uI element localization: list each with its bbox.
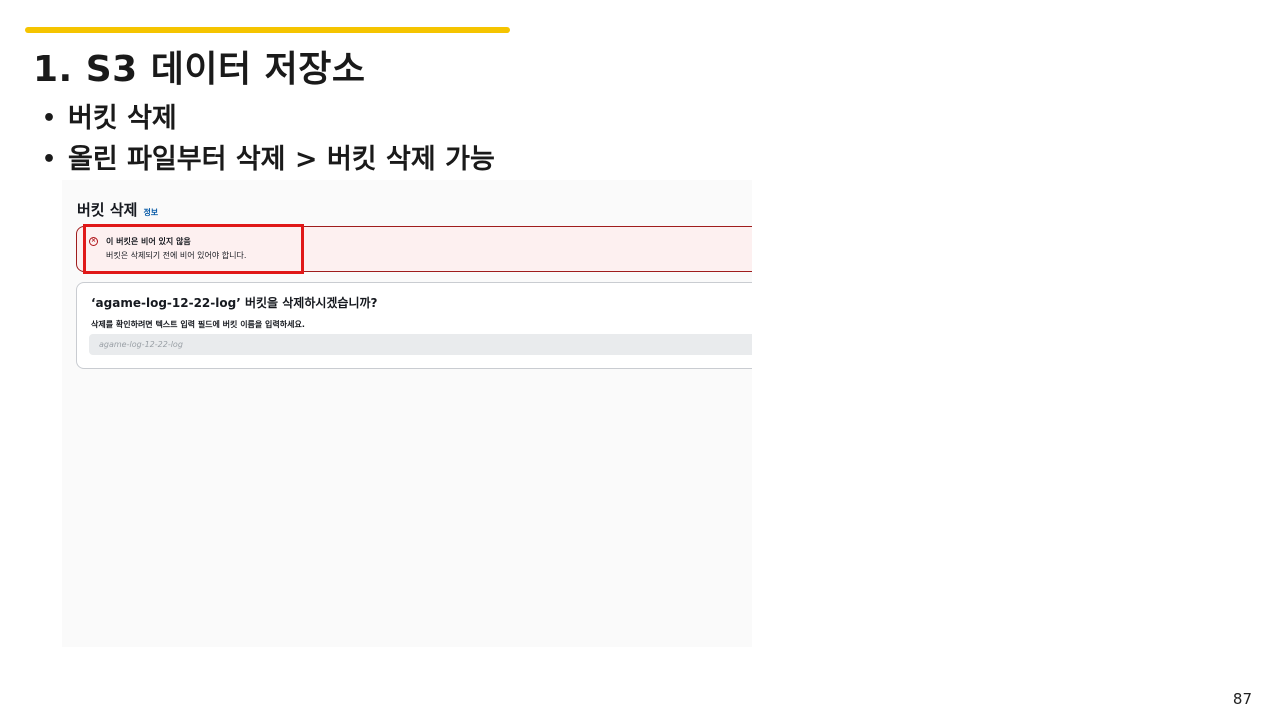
page-header: 버킷 삭제 정보 xyxy=(77,199,158,220)
bullet-list: • 버킷 삭제 • 올린 파일부터 삭제 > 버킷 삭제 가능 xyxy=(42,98,495,180)
bullet-dot-icon: • xyxy=(42,147,57,172)
bullet-text: 버킷 삭제 xyxy=(68,103,177,134)
bullet-item: • 버킷 삭제 xyxy=(42,98,495,139)
info-link[interactable]: 정보 xyxy=(143,207,158,218)
annotation-highlight-box xyxy=(83,224,304,274)
slide-title: 1. S3 데이터 저장소 xyxy=(33,49,366,90)
confirmation-help-text: 삭제를 확인하려면 텍스트 입력 필드에 버킷 이름을 입력하세요. xyxy=(91,320,305,329)
bullet-item: • 올린 파일부터 삭제 > 버킷 삭제 가능 xyxy=(42,139,495,180)
bullet-dot-icon: • xyxy=(42,106,57,131)
confirmation-question: ‘agame-log-12-22-log’ 버킷을 삭제하시겠습니까? xyxy=(91,296,378,310)
page-title: 버킷 삭제 xyxy=(77,201,138,219)
bullet-text: 올린 파일부터 삭제 > 버킷 삭제 가능 xyxy=(68,144,495,175)
delete-confirmation-card: ‘agame-log-12-22-log’ 버킷을 삭제하시겠습니까? 삭제를 … xyxy=(76,282,752,369)
page-number: 87 xyxy=(1232,690,1252,708)
title-accent-bar xyxy=(25,27,510,33)
bucket-name-input[interactable] xyxy=(89,334,752,355)
console-screenshot: 버킷 삭제 정보 × 이 버킷은 비어 있지 않음 버킷은 삭제되기 전에 비어… xyxy=(62,180,752,647)
